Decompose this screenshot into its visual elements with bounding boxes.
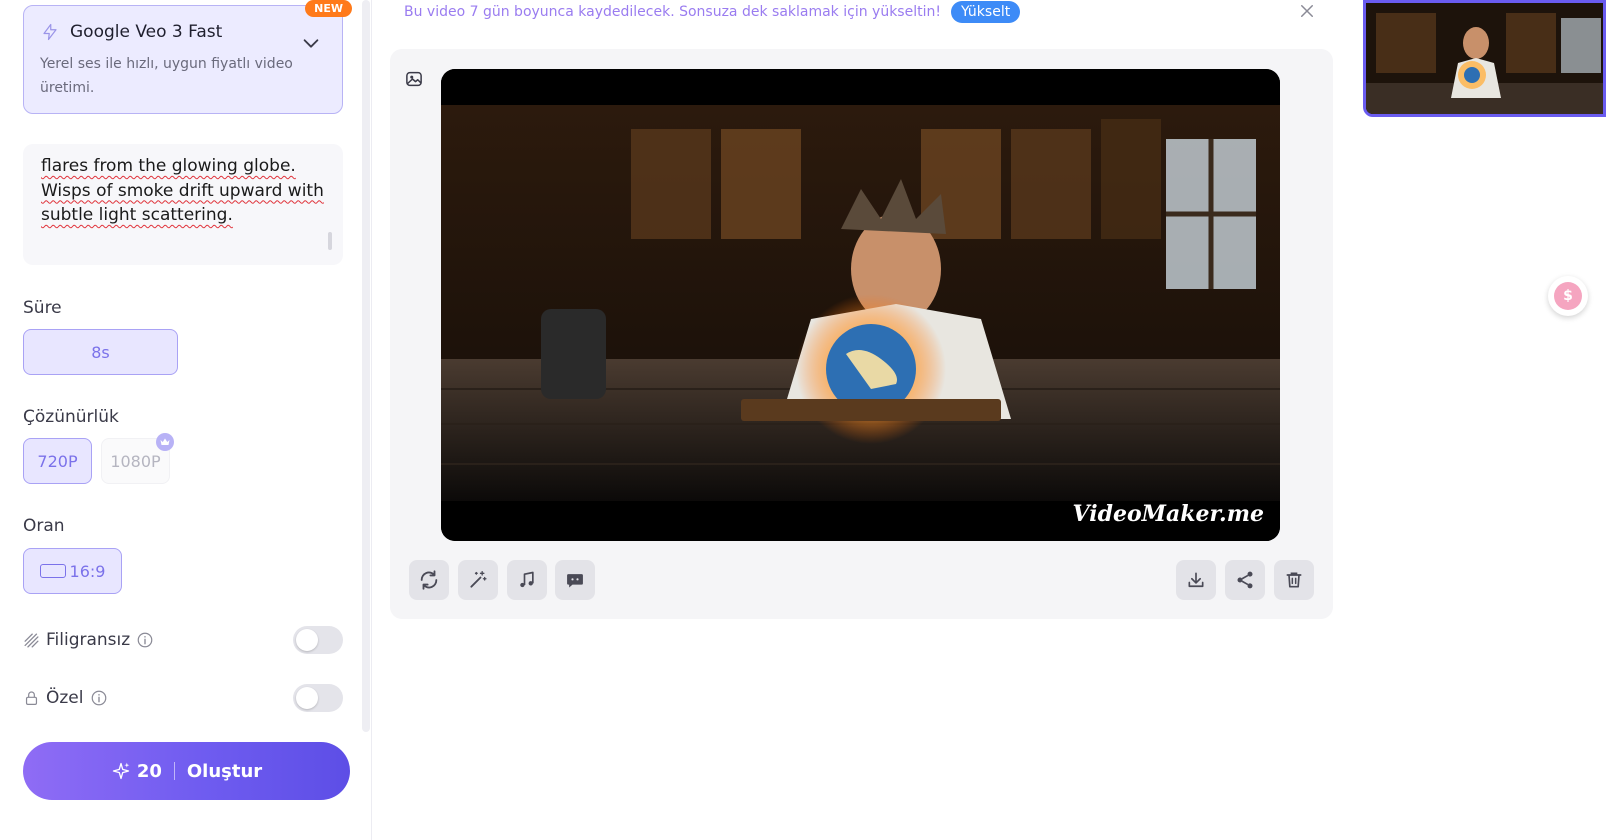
regenerate-button[interactable] bbox=[409, 560, 449, 600]
settings-sidebar: NEW Google Veo 3 Fast Yerel ses ile hızl… bbox=[0, 0, 372, 840]
aspect-ratio-icon bbox=[39, 564, 66, 578]
download-icon bbox=[1188, 572, 1204, 588]
model-selector[interactable]: NEW Google Veo 3 Fast Yerel ses ile hızl… bbox=[23, 0, 352, 114]
crown-icon bbox=[156, 433, 174, 451]
pig-icon: $ bbox=[1554, 282, 1582, 310]
prompt-scrollbar[interactable] bbox=[328, 232, 332, 250]
upgrade-button[interactable]: Yükselt bbox=[950, 1, 1021, 23]
private-toggle-label: Özel bbox=[46, 688, 84, 708]
prompt-text: flares from the glowing globe. Wisps of … bbox=[41, 156, 324, 225]
private-toggle[interactable] bbox=[293, 684, 343, 712]
chevron-down-icon[interactable] bbox=[300, 32, 322, 54]
create-button[interactable]: 20 Oluştur bbox=[23, 742, 350, 800]
video-watermark: VideoMaker.me bbox=[1072, 501, 1264, 527]
lock-icon bbox=[25, 691, 38, 705]
magic-wand-icon bbox=[470, 571, 487, 588]
toggle-knob bbox=[296, 687, 318, 709]
resolution-option-1080p[interactable]: 1080P bbox=[101, 433, 174, 484]
refresh-icon bbox=[420, 570, 438, 590]
feedback-button[interactable] bbox=[555, 560, 595, 600]
info-icon[interactable] bbox=[136, 631, 154, 649]
watermark-toggle-row: Filigransız bbox=[23, 625, 343, 655]
enhance-button[interactable] bbox=[458, 560, 498, 600]
trash-icon bbox=[1286, 572, 1302, 588]
duration-label: Süre bbox=[23, 298, 62, 318]
ratio-option-label: 16:9 bbox=[69, 561, 106, 581]
app-root: NEW Google Veo 3 Fast Yerel ses ile hızl… bbox=[0, 0, 1606, 840]
resolution-option-720p[interactable]: 720P bbox=[23, 438, 92, 484]
share-icon bbox=[1237, 571, 1253, 589]
sidebar-scrollbar[interactable] bbox=[362, 0, 370, 732]
floating-help-button[interactable]: $ bbox=[1548, 276, 1588, 316]
ratio-option-16-9[interactable]: 16:9 bbox=[23, 548, 122, 594]
lightning-icon bbox=[40, 22, 60, 42]
watermark-toggle[interactable] bbox=[293, 626, 343, 654]
duration-option-8s[interactable]: 8s bbox=[23, 329, 178, 375]
chat-icon bbox=[567, 574, 583, 588]
share-button[interactable] bbox=[1225, 560, 1265, 600]
music-icon bbox=[520, 571, 534, 588]
credit-count: 20 bbox=[136, 760, 162, 782]
watermark-toggle-label: Filigransız bbox=[46, 630, 131, 650]
video-thumbnail[interactable] bbox=[1363, 0, 1606, 117]
close-icon[interactable] bbox=[1298, 2, 1316, 20]
model-description: Yerel ses ile hızlı, uygun fiyatlı video… bbox=[40, 56, 293, 96]
add-music-button[interactable] bbox=[507, 560, 547, 600]
banner-text: Bu video 7 gün boyunca kaydedilecek. Son… bbox=[404, 4, 941, 20]
resolution-1080p-label: 1080P bbox=[110, 451, 161, 471]
resolution-label: Çözünürlük bbox=[23, 407, 119, 427]
thumbnail-frame bbox=[1366, 3, 1603, 114]
sparkle-icon bbox=[112, 762, 130, 780]
prompt-textarea[interactable]: flares from the glowing globe. Wisps of … bbox=[23, 144, 343, 265]
toggle-knob bbox=[296, 629, 318, 651]
ratio-label: Oran bbox=[23, 516, 65, 536]
model-name: Google Veo 3 Fast bbox=[70, 22, 223, 42]
info-icon[interactable] bbox=[90, 689, 108, 707]
new-badge: NEW bbox=[305, 0, 352, 17]
video-frame bbox=[441, 69, 1280, 541]
video-player[interactable]: VideoMaker.me bbox=[441, 69, 1280, 541]
private-toggle-row: Özel bbox=[23, 683, 343, 713]
delete-button[interactable] bbox=[1274, 560, 1314, 600]
upgrade-banner: Bu video 7 gün boyunca kaydedilecek. Son… bbox=[404, 0, 1021, 24]
download-button[interactable] bbox=[1176, 560, 1216, 600]
watermark-hatch-icon bbox=[24, 632, 39, 648]
button-divider bbox=[173, 762, 175, 780]
image-icon[interactable] bbox=[405, 70, 423, 88]
create-button-label: Oluştur bbox=[186, 760, 263, 782]
